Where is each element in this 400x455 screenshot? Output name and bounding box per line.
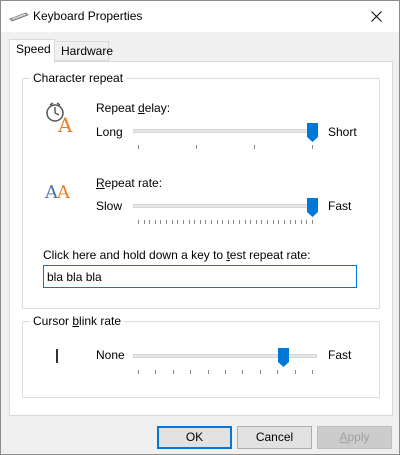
slider-thumb-icon (278, 348, 290, 367)
slider-tick (289, 220, 291, 224)
slider-tick (207, 370, 209, 374)
slider-tick (196, 145, 197, 149)
slider-tick (239, 220, 241, 224)
slider-tick (143, 220, 145, 224)
slider-tick (227, 220, 229, 224)
svg-text:A: A (56, 182, 71, 203)
cursor-blink-max-label: Fast (328, 348, 352, 362)
repeat-rate-label: Repeat rate: (96, 176, 163, 190)
slider-tick (210, 220, 212, 224)
slider-tick (225, 370, 226, 374)
slider-tick (259, 370, 261, 374)
slider-tick (312, 220, 313, 224)
slider-tick (194, 220, 196, 224)
cursor-blink-legend: Cursor blink rate (33, 314, 122, 328)
slider-tick (312, 370, 313, 374)
slider-tick (295, 220, 297, 224)
slider-tick (172, 370, 174, 374)
slider-tick (138, 370, 139, 374)
slider-tick (138, 220, 139, 224)
slider-tick (250, 220, 252, 224)
slider-tick (312, 145, 313, 149)
repeat-rate-slider-thumb[interactable] (307, 198, 318, 217)
close-button[interactable] (353, 1, 399, 32)
repeat-delay-max-label: Short (328, 125, 357, 139)
slider-tick (255, 220, 257, 224)
slider-tick (254, 145, 255, 149)
repeat-rate-slider[interactable] (133, 204, 317, 208)
repeat-delay-min-label: Long (96, 125, 123, 139)
repeat-delay-slider[interactable] (133, 129, 317, 133)
slider-tick (294, 370, 296, 374)
title-bar[interactable]: Keyboard Properties (1, 1, 399, 32)
slider-tick (244, 220, 246, 224)
slider-tick (216, 220, 218, 224)
slider-thumb-icon (307, 123, 318, 142)
slider-tick (300, 220, 302, 224)
slider-thumb-icon (307, 198, 318, 217)
keyboard-properties-window: Keyboard Properties Speed Hardware Chara… (0, 0, 400, 455)
cursor-blink-slider[interactable] (133, 354, 317, 358)
repeat-delay-slider-thumb[interactable] (307, 123, 318, 142)
slider-tick (205, 220, 207, 224)
slider-tick (277, 370, 279, 374)
slider-tick (283, 220, 285, 224)
slider-tick (272, 220, 274, 224)
slider-tick (188, 220, 190, 224)
close-icon (370, 11, 382, 22)
repeat-delay-label: Repeat delay: (96, 101, 171, 115)
slider-tick (171, 220, 173, 224)
slider-tick (154, 220, 156, 224)
repeat-rate-icon: A A (44, 182, 71, 203)
slider-tick (261, 220, 263, 224)
keyboard-icon (9, 12, 29, 22)
slider-tick (149, 220, 151, 224)
character-repeat-legend: Character repeat (33, 71, 124, 85)
slider-tick (267, 220, 269, 224)
window-title: Keyboard Properties (33, 9, 143, 23)
cursor-preview-icon (56, 349, 58, 363)
cancel-button[interactable]: Cancel (237, 426, 312, 449)
slider-tick (155, 370, 157, 374)
slider-tick (138, 145, 139, 149)
slider-tick (242, 370, 244, 374)
slider-tick (222, 220, 224, 224)
tab-speed[interactable]: Speed (9, 39, 55, 63)
svg-text:A: A (57, 113, 73, 134)
cursor-blink-slider-thumb[interactable] (278, 348, 290, 367)
slider-tick (199, 220, 201, 224)
repeat-rate-max-label: Fast (328, 199, 352, 213)
tab-hardware[interactable]: Hardware (55, 41, 113, 61)
slider-tick (190, 370, 192, 374)
slider-tick (166, 220, 168, 224)
apply-button[interactable]: Apply (317, 426, 392, 449)
slider-tick (278, 220, 280, 224)
slider-tick (182, 220, 184, 224)
repeat-delay-icon: A (46, 102, 73, 134)
slider-tick (233, 220, 235, 224)
slider-tick (160, 220, 162, 224)
speed-panel: Character repeat A Repeat delay: Long Sh… (9, 61, 393, 416)
slider-tick (306, 220, 308, 224)
test-repeat-input[interactable] (43, 265, 357, 288)
ok-button[interactable]: OK (157, 426, 232, 449)
repeat-rate-min-label: Slow (96, 199, 123, 213)
test-repeat-prompt: Click here and hold down a key to test r… (43, 248, 311, 262)
slider-tick (177, 220, 179, 224)
cursor-blink-min-label: None (96, 348, 125, 362)
